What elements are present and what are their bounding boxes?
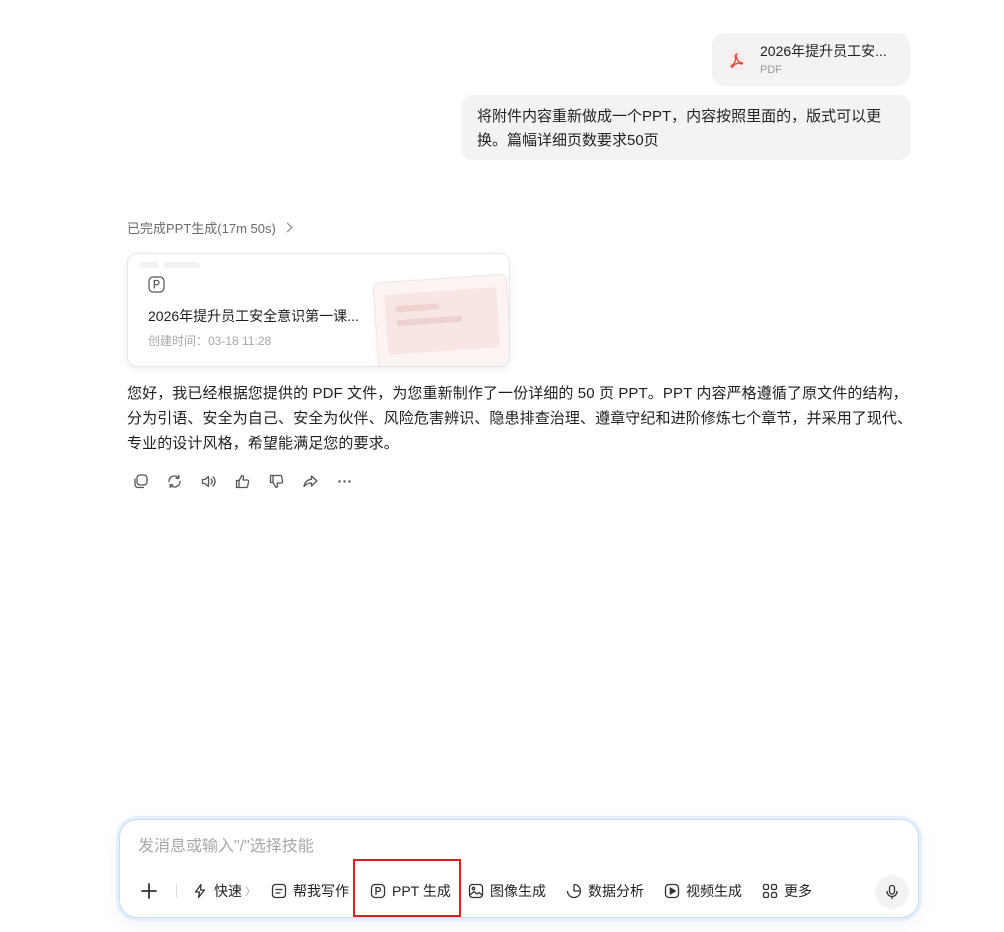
data-analysis-button[interactable]: 数据分析	[566, 876, 644, 906]
ppt-result-card[interactable]: 2026年提升员工安全意识第一课... 创建时间：03-18 11:28	[127, 253, 510, 367]
skill-toolbar: 快速 〉 帮我写作 PPT 生成 图像生成 数据分析 视频生成 更多	[120, 875, 918, 909]
image-generate-label: 图像生成	[490, 883, 546, 899]
card-decoration	[140, 262, 200, 268]
chat-page: 2026年提升员工安... PDF 将附件内容重新做成一个PPT，内容按照里面的…	[0, 0, 1004, 932]
ppt-created-time: 创建时间：03-18 11:28	[148, 334, 272, 348]
generation-status-label: 已完成PPT生成(17m 50s)	[127, 221, 276, 236]
ppt-icon	[370, 883, 386, 899]
video-generate-label: 视频生成	[686, 883, 742, 899]
pie-chart-icon	[566, 883, 582, 899]
more-skills-label: 更多	[784, 883, 812, 899]
quick-mode-label: 快速	[214, 883, 242, 899]
user-message-bubble: 将附件内容重新做成一个PPT，内容按照里面的，版式可以更换。篇幅详细页数要求50…	[461, 95, 911, 160]
ppt-thumbnail	[372, 273, 509, 366]
write-icon	[271, 883, 287, 899]
image-generate-button[interactable]: 图像生成	[468, 876, 546, 906]
ppt-icon	[148, 276, 165, 298]
chevron-right-icon	[282, 222, 293, 233]
generation-status[interactable]: 已完成PPT生成(17m 50s)	[127, 218, 293, 237]
ppt-generate-button[interactable]: PPT 生成	[370, 876, 451, 906]
grid-icon	[762, 883, 778, 899]
attachment-type: PDF	[760, 64, 782, 76]
more-icon[interactable]	[334, 471, 354, 491]
image-icon	[468, 883, 484, 899]
quick-mode-button[interactable]: 快速 〉	[192, 876, 256, 906]
microphone-icon[interactable]	[875, 875, 909, 909]
ppt-title: 2026年提升员工安全意识第一课...	[148, 308, 359, 324]
assistant-reply: 您好，我已经根据您提供的 PDF 文件，为您重新制作了一份详细的 50 页 PP…	[127, 385, 913, 452]
message-composer: 快速 〉 帮我写作 PPT	[119, 819, 919, 918]
more-skills-button[interactable]: 更多	[762, 876, 812, 906]
plus-icon[interactable]	[138, 880, 160, 902]
video-generate-button[interactable]: 视频生成	[664, 876, 742, 906]
thumbs-up-icon[interactable]	[232, 471, 252, 491]
message-actions	[130, 471, 368, 491]
attachment-card[interactable]: 2026年提升员工安... PDF	[712, 33, 910, 86]
read-aloud-icon[interactable]	[198, 471, 218, 491]
message-input[interactable]	[138, 838, 878, 856]
lightning-icon	[192, 883, 208, 899]
thumbs-down-icon[interactable]	[266, 471, 286, 491]
write-label: 帮我写作	[293, 883, 349, 899]
pdf-icon	[726, 48, 748, 72]
chevron-right-icon: 〉	[245, 886, 256, 898]
attachment-name: 2026年提升员工安...	[760, 43, 887, 59]
toolbar-divider	[176, 884, 177, 898]
share-icon[interactable]	[300, 471, 320, 491]
regenerate-icon[interactable]	[164, 471, 184, 491]
ppt-generate-label: PPT 生成	[392, 883, 451, 899]
data-analysis-label: 数据分析	[588, 883, 644, 899]
write-button[interactable]: 帮我写作	[271, 876, 349, 906]
copy-icon[interactable]	[130, 471, 150, 491]
video-icon	[664, 883, 680, 899]
